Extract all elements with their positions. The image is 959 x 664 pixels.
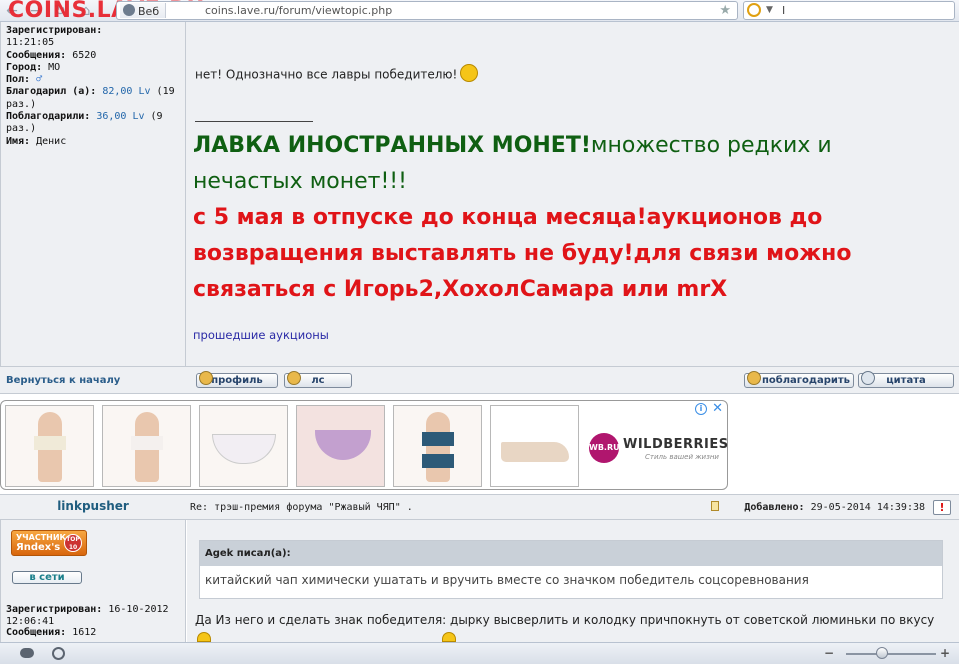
quote-author: Agek писал(а): [200, 541, 942, 566]
speech-bubble-icon [861, 371, 875, 385]
smiley-icon [197, 632, 211, 642]
pm-button[interactable]: лс [284, 371, 352, 388]
zoom-slider[interactable] [846, 653, 936, 655]
thanked-link[interactable]: 82,00 Lv [102, 86, 150, 97]
post-body: нет! Однозначно все лавры победителю! ЛА… [187, 22, 959, 366]
search-input[interactable]: ▼ I [743, 1, 955, 20]
ad-product-image[interactable] [102, 405, 191, 487]
back-to-top-link[interactable]: Вернуться к началу [6, 375, 120, 386]
post-header: linkpusher Re: трэш-премия форума "Ржавы… [0, 494, 959, 520]
zoom-out-button[interactable]: − [824, 646, 834, 660]
search-icon [747, 3, 761, 17]
quote-text: китайский чап химически ушатать и вручит… [205, 573, 809, 587]
address-bar[interactable]: Веб coins.lave.ru/forum/viewtopic.php ★ [116, 1, 738, 20]
ad-product-image[interactable] [5, 405, 94, 487]
post-text: Да Из него и сделать знак победителя: ды… [195, 613, 935, 627]
browser-toolbar: ← → ↻ ⌂ COINS.LAVE.RU Веб coins.lave.ru/… [0, 0, 959, 23]
author-name[interactable]: linkpusher [0, 499, 186, 513]
cloud-icon[interactable] [20, 648, 34, 658]
url-text[interactable]: coins.lave.ru/forum/viewtopic.php [205, 2, 392, 19]
signature-green: ЛАВКА ИНОСТРАННЫХ МОНЕТ!множество редких… [193, 133, 832, 194]
bookmark-star-icon[interactable]: ★ [719, 2, 731, 19]
browser-statusbar: − + [0, 642, 959, 664]
profile-button[interactable]: профиль [196, 371, 278, 388]
info-registered-time: 11:21:05 [6, 37, 55, 49]
thank-button[interactable]: поблагодарить [744, 371, 854, 388]
globe-icon [123, 4, 135, 16]
info-city: Город: МО [6, 61, 61, 73]
thumbs-up-icon [747, 371, 761, 385]
info-thanks-received: Поблагодарили: 36,00 Lv (9 раз.) [6, 111, 163, 135]
search-value: I [782, 4, 786, 17]
info-name: Имя: Денис [6, 135, 67, 147]
post-author-panel: УЧАСТНИК Яndex's TOP 10 в сети Зарегистр… [0, 520, 186, 642]
zoom-in-button[interactable]: + [940, 646, 950, 660]
info-messages: Сообщения: 6520 [6, 49, 97, 61]
post-text: нет! Однозначно все лавры победителю! [195, 64, 479, 84]
smiley-icon [460, 64, 479, 82]
post-actions-bar: Вернуться к началу профиль лс поблагодар… [0, 366, 959, 394]
post-body: Agek писал(а): китайский чап химически у… [187, 520, 959, 642]
online-status-badge: в сети [12, 571, 82, 584]
post-subject: Re: трэш-премия форума "Ржавый ЧЯП" . [190, 502, 413, 513]
top-badge: TOP 10 [64, 534, 82, 552]
zoom-slider-handle[interactable] [876, 647, 888, 659]
post-date: Добавлено: 29-05-2014 14:39:38 [744, 502, 925, 513]
quote-block: Agek писал(а): китайский чап химически у… [199, 540, 943, 599]
male-icon: ♂ [36, 74, 43, 86]
close-icon[interactable]: ✕ [712, 401, 723, 416]
forum-post: Зарегистрирован: 11:21:05 Сообщения: 652… [0, 22, 959, 394]
ad-product-image[interactable] [199, 405, 288, 487]
ad-product-image[interactable] [490, 405, 579, 487]
past-auctions-link[interactable]: прошедшие аукционы [193, 328, 329, 342]
url-badge-label: Веб [138, 5, 160, 18]
document-icon [711, 501, 719, 511]
thanks-received-link[interactable]: 36,00 Lv [96, 111, 144, 122]
ad-product-image[interactable] [393, 405, 482, 487]
user-icon [199, 371, 213, 385]
wildberries-logo[interactable]: WB.RU WILDBERRIES Стиль вашей жизни [585, 423, 728, 473]
ad-info-icon[interactable]: i [695, 403, 707, 415]
info-gender: Пол: ♂ [6, 74, 43, 86]
rank-badge: УЧАСТНИК Яndex's TOP 10 [11, 530, 87, 556]
signature-divider [195, 121, 313, 122]
info-registered: Зарегистрирован: [6, 25, 103, 36]
info-thanked: Благодарил (а): 82,00 Lv (19 раз.) [6, 86, 175, 110]
quote-button[interactable]: цитата [858, 371, 954, 388]
users-icon [287, 371, 301, 385]
post-author-panel: Зарегистрирован: 11:21:05 Сообщения: 652… [0, 22, 186, 366]
url-badge: Веб [120, 3, 167, 18]
smiley-icon [442, 632, 456, 642]
ad-product-image[interactable] [296, 405, 385, 487]
ad-banner[interactable]: WB.RU WILDBERRIES Стиль вашей жизни i ✕ [0, 400, 728, 490]
signature-red: с 5 мая в отпуске до конца месяца!аукцио… [193, 205, 852, 302]
author-info: Зарегистрирован: 16-10-2012 12:06:41 Соо… [6, 604, 169, 638]
chevron-down-icon[interactable]: ▼ [766, 2, 773, 19]
report-button[interactable]: ! [933, 500, 951, 515]
speedometer-icon[interactable] [52, 647, 65, 660]
